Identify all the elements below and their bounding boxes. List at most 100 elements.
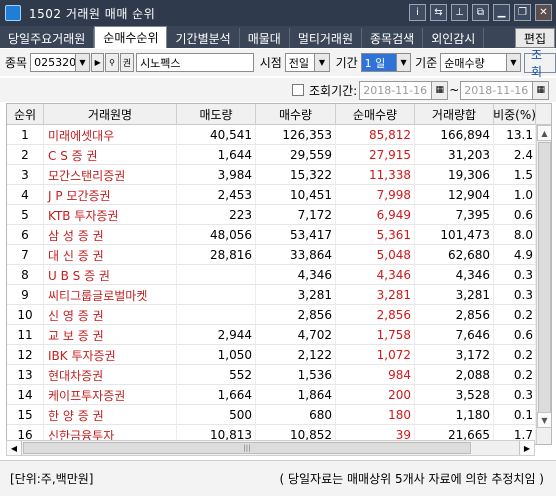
table-row[interactable]: 13 현대차증권 552 1,536 984 2,088 0.2 [7, 365, 536, 385]
row-rank: 4 [7, 185, 44, 205]
col-buy-volume[interactable]: 매수량 [256, 104, 336, 125]
col-sell-volume[interactable]: 매도량 [177, 104, 256, 125]
tab-volume-profile[interactable]: 매물대 [240, 28, 290, 48]
row-ratio: 4.9 [494, 245, 536, 265]
row-total-volume: 101,473 [415, 225, 494, 245]
scroll-left-icon[interactable]: ◀ [7, 441, 22, 455]
scroll-right-icon[interactable]: ▶ [519, 441, 534, 455]
pin-icon[interactable]: ⊥ [451, 4, 468, 21]
table-row[interactable]: 12 IBK 투자증권 1,050 2,122 1,072 3,172 0.2 [7, 345, 536, 365]
tab-multi-broker[interactable]: 멀티거래원 [290, 28, 363, 48]
row-sell-volume: 48,056 [177, 225, 256, 245]
table-row[interactable]: 11 교 보 증 권 2,944 4,702 1,758 7,646 0.6 [7, 325, 536, 345]
row-net-buy: 180 [336, 405, 415, 425]
row-total-volume: 2,856 [415, 305, 494, 325]
period-query-checkbox[interactable] [292, 84, 304, 96]
table-row[interactable]: 7대 신 증 권 28,816 33,864 5,048 62,680 4.9 [7, 245, 536, 265]
col-rank[interactable]: 순위 [7, 104, 44, 125]
table-row[interactable]: 6삼 성 증 권 48,056 53,417 5,361 101,473 8.0 [7, 225, 536, 245]
minimize-icon[interactable]: ▁ [493, 4, 510, 21]
stock-code-dropdown-icon[interactable]: ▼ [75, 53, 91, 72]
row-sell-volume: 223 [177, 205, 256, 225]
table-row[interactable]: 4J P 모간증권 2,453 10,451 7,998 12,904 1.0 [7, 185, 536, 205]
row-broker-name: 미래에셋대우 [44, 125, 177, 145]
row-ratio: 0.6 [494, 205, 536, 225]
scroll-up-icon[interactable]: ▲ [537, 125, 551, 141]
tab-daily-brokers[interactable]: 당일주요거래원 [0, 28, 95, 48]
row-rank: 6 [7, 225, 44, 245]
tab-net-buy-rank[interactable]: 순매수순위 [94, 26, 168, 48]
status-bar: [단위:주,백만원] ( 당일자료는 매매상위 5개사 자료에 의한 추정치임 … [0, 460, 556, 496]
table-row[interactable]: 15 한 양 증 권 500 680 180 1,180 0.1 [7, 405, 536, 425]
row-broker-name: 교 보 증 권 [44, 325, 177, 345]
table-header: 순위 거래원명 매도량 매수량 순매수량 거래량합 비중(%) [7, 104, 551, 125]
col-ratio[interactable]: 비중(%) [493, 104, 536, 125]
scroll-thumb[interactable] [538, 142, 551, 425]
stock-code-input[interactable]: 025320 [30, 53, 76, 72]
table-row[interactable]: 1 미래에셋대우 40,541 126,353 85,812 166,894 13.1 [7, 125, 536, 145]
row-sell-volume: 28,816 [177, 245, 256, 265]
table-row[interactable]: 5 KTB 투자증권 223 7,172 6,949 7,395 0.6 [7, 205, 536, 225]
period-select[interactable]: 1 일 [360, 53, 397, 72]
basis-select[interactable]: 순매수량 [440, 53, 507, 72]
table-row[interactable]: 9 씨티그룹글로벌마켓 3,281 3,281 3,281 0.3 [7, 285, 536, 305]
row-total-volume: 1,180 [415, 405, 494, 425]
date-from-input[interactable]: 2018-11-16 [359, 80, 433, 100]
scroll-down-icon[interactable]: ▼ [537, 412, 551, 428]
table-row[interactable]: 3 모간스탠리증권 3,984 15,322 11,338 19,306 1.5 [7, 165, 536, 185]
next-stock-icon[interactable]: ▶ [91, 53, 105, 72]
table-row[interactable]: 2C S 증 권 1,644 29,559 27,915 31,203 2.4 [7, 145, 536, 165]
restore-icon[interactable]: ❐ [514, 4, 531, 21]
calendar-icon[interactable]: ▦ [533, 80, 550, 100]
row-sell-volume: 1,664 [177, 385, 256, 405]
row-sell-volume [177, 285, 256, 305]
query-button[interactable]: 조회 [524, 48, 556, 79]
hscroll-thumb[interactable]: ||| [23, 442, 471, 454]
col-broker-name[interactable]: 거래원명 [44, 104, 177, 125]
row-broker-name: 신 영 증 권 [44, 305, 177, 325]
titlebar-controls: i ⇆ ⊥ ⧉ ▁ ❐ ✕ [409, 4, 552, 21]
row-net-buy: 27,915 [336, 145, 415, 165]
info-icon[interactable]: i [409, 4, 426, 21]
row-total-volume: 7,646 [415, 325, 494, 345]
tab-period-analysis[interactable]: 기간별분석 [167, 28, 240, 48]
link-icon[interactable]: ⇆ [430, 4, 447, 21]
row-rank: 9 [7, 285, 44, 305]
row-rank: 1 [7, 125, 44, 145]
period-label: 기간 [335, 56, 358, 70]
time-select[interactable]: 전일 [284, 53, 316, 72]
row-buy-volume: 4,702 [256, 325, 336, 345]
table-row[interactable]: 8U B S 증 권 4,346 4,346 4,346 0.3 [7, 265, 536, 285]
row-sell-volume: 1,050 [177, 345, 256, 365]
tab-stock-search[interactable]: 종목검색 [362, 28, 424, 48]
row-ratio: 2.4 [494, 145, 536, 165]
row-sell-volume: 40,541 [177, 125, 256, 145]
row-net-buy: 5,361 [336, 225, 415, 245]
row-total-volume: 3,281 [415, 285, 494, 305]
period-dropdown-icon[interactable]: ▼ [396, 53, 412, 72]
horizontal-scrollbar[interactable]: ◀ ||| ▶ [6, 440, 535, 456]
tab-foreign-watch[interactable]: 외인감시 [423, 28, 485, 48]
table-body: 1 미래에셋대우 40,541 126,353 85,812 166,894 13.1 2 C … [7, 125, 536, 444]
time-dropdown-icon[interactable]: ▼ [315, 53, 330, 72]
row-buy-volume: 7,172 [256, 205, 336, 225]
vertical-scrollbar[interactable]: ▲ ▼ [536, 125, 551, 444]
popout-icon[interactable]: ⧉ [472, 4, 489, 21]
search-icon[interactable]: ⚲ [105, 53, 119, 72]
calendar-icon[interactable]: ▦ [432, 80, 449, 100]
col-total-volume[interactable]: 거래량합 [415, 104, 494, 125]
row-total-volume: 19,306 [415, 165, 494, 185]
row-buy-volume: 3,281 [256, 285, 336, 305]
table-row[interactable]: 10 신 영 증 권 2,856 2,856 2,856 0.2 [7, 305, 536, 325]
row-ratio: 0.6 [494, 325, 536, 345]
col-net-buy[interactable]: 순매수량 [336, 104, 415, 125]
row-ratio: 0.1 [494, 405, 536, 425]
row-net-buy: 984 [336, 365, 415, 385]
basis-dropdown-icon[interactable]: ▼ [506, 53, 522, 72]
row-net-buy: 85,812 [336, 125, 415, 145]
date-to-input[interactable]: 2018-11-16 [460, 80, 534, 100]
close-icon[interactable]: ✕ [535, 4, 552, 21]
stock-select-icon[interactable]: 권 [119, 53, 135, 72]
table-row[interactable]: 14 케이프투자증권 1,664 1,864 200 3,528 0.3 [7, 385, 536, 405]
row-rank: 10 [7, 305, 44, 325]
